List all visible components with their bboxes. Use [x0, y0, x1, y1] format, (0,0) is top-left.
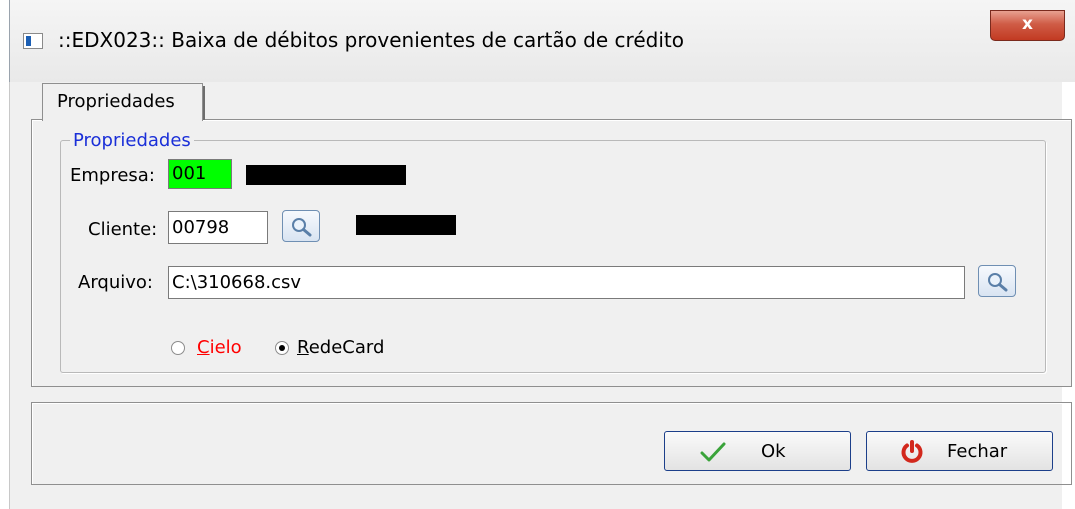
- app-icon[interactable]: [23, 33, 43, 49]
- arquivo-field[interactable]: C:\310668.csv: [168, 266, 965, 299]
- ok-button[interactable]: Ok: [664, 431, 851, 471]
- fechar-label: Fechar: [947, 441, 1008, 462]
- ok-label: Ok: [761, 441, 786, 462]
- power-icon: [901, 440, 923, 463]
- radio-redecard[interactable]: [275, 341, 289, 355]
- empresa-name-redacted: [246, 165, 406, 185]
- arquivo-search-button[interactable]: [978, 265, 1016, 297]
- cliente-search-button[interactable]: [282, 210, 320, 242]
- tab-propriedades[interactable]: Propriedades: [42, 83, 205, 121]
- magnifier-icon: [292, 218, 312, 237]
- redecard-text: RedeCard: [297, 337, 385, 358]
- radio-cielo-label[interactable]: Cielo: [197, 337, 242, 358]
- cliente-field[interactable]: 00798: [168, 211, 268, 244]
- tab-label: Propriedades: [57, 91, 175, 112]
- window-title: ::EDX023:: Baixa de débitos provenientes…: [58, 28, 684, 52]
- title-bar[interactable]: ::EDX023:: Baixa de débitos provenientes…: [9, 0, 1075, 82]
- arquivo-label: Arquivo:: [78, 272, 153, 293]
- cliente-name-redacted: [356, 215, 456, 235]
- cielo-text: Cielo: [197, 337, 242, 358]
- empresa-label: Empresa:: [70, 165, 155, 186]
- radio-redecard-label[interactable]: RedeCard: [297, 337, 384, 358]
- magnifier-icon: [988, 273, 1008, 292]
- empresa-field[interactable]: 001: [168, 159, 232, 189]
- groupbox-title: Propriedades: [70, 130, 194, 151]
- close-button[interactable]: x: [990, 10, 1065, 41]
- cliente-label: Cliente:: [88, 219, 158, 240]
- fechar-button[interactable]: Fechar: [866, 431, 1053, 471]
- checkmark-icon: [700, 442, 726, 462]
- radio-cielo[interactable]: [171, 341, 185, 355]
